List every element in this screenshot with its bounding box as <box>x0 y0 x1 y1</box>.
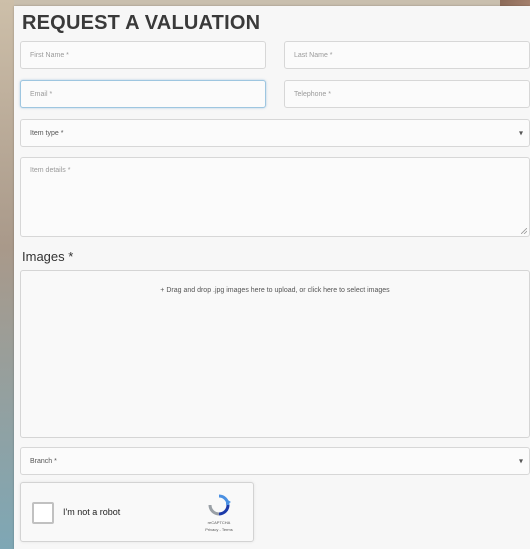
branch-value: Branch * <box>30 458 57 465</box>
recaptcha-terms[interactable]: Privacy - Terms <box>195 527 243 532</box>
recaptcha-checkbox[interactable] <box>32 502 54 524</box>
first-name-field[interactable]: First Name * <box>20 41 266 69</box>
recaptcha-logo-icon <box>208 494 231 516</box>
recaptcha-widget: I'm not a robot reCAPTCHA Privacy - Term… <box>20 482 254 542</box>
images-label: Images * <box>22 249 74 264</box>
item-type-select[interactable]: Item type * ▾ <box>20 119 530 147</box>
branch-select[interactable]: Branch * ▾ <box>20 447 530 475</box>
telephone-placeholder: Telephone * <box>294 91 331 98</box>
background-left-strip <box>0 0 14 549</box>
chevron-down-icon: ▾ <box>518 128 523 138</box>
valuation-form-card: REQUEST A VALUATION First Name * Last Na… <box>14 6 530 549</box>
resize-handle-icon[interactable] <box>521 228 527 234</box>
item-details-textarea[interactable]: Item details * <box>20 157 530 237</box>
telephone-field[interactable]: Telephone * <box>284 80 530 108</box>
recaptcha-label: I'm not a robot <box>63 507 121 517</box>
first-name-placeholder: First Name * <box>30 52 69 59</box>
form-title: REQUEST A VALUATION <box>22 12 261 34</box>
last-name-field[interactable]: Last Name * <box>284 41 530 69</box>
item-details-placeholder: Item details * <box>30 167 71 174</box>
last-name-placeholder: Last Name * <box>294 52 333 59</box>
image-dropzone[interactable]: + Drag and drop .jpg images here to uplo… <box>20 270 530 438</box>
email-field[interactable]: Email * <box>20 80 266 108</box>
chevron-down-icon: ▾ <box>518 456 523 466</box>
dropzone-text: + Drag and drop .jpg images here to uplo… <box>160 287 390 294</box>
recaptcha-brand: reCAPTCHA <box>207 520 231 525</box>
item-type-value: Item type * <box>30 130 64 137</box>
email-placeholder: Email * <box>30 91 53 98</box>
